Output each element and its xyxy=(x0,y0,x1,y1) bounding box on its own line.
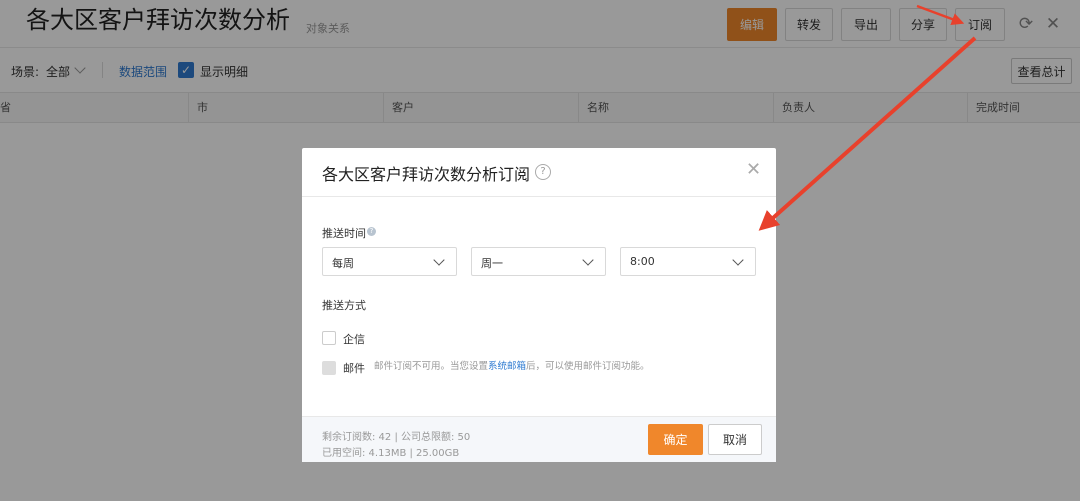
push-method-label: 推送方式 xyxy=(322,299,366,312)
cancel-button[interactable]: 取消 xyxy=(708,424,762,455)
chevron-down-icon xyxy=(732,254,744,266)
email-hint: 邮件订阅不可用。当您设置系统邮箱后，可以使用邮件订阅功能。 xyxy=(374,361,650,372)
remaining-subscriptions: 剩余订阅数: 42 | 公司总限额: 50 xyxy=(322,432,471,443)
close-icon[interactable]: ✕ xyxy=(746,160,761,180)
email-label: 邮件 xyxy=(343,362,365,375)
email-checkbox xyxy=(322,361,336,375)
time-select[interactable]: 8:00 xyxy=(620,247,756,276)
help-icon[interactable]: ? xyxy=(535,164,551,180)
divider xyxy=(302,196,776,197)
frequency-select[interactable]: 每周 xyxy=(322,247,457,276)
day-value: 周一 xyxy=(481,257,503,270)
space-used: 已用空间: 4.13MB | 25.00GB xyxy=(322,448,460,459)
chevron-down-icon xyxy=(582,254,594,266)
qixin-label: 企信 xyxy=(343,333,365,346)
subscribe-dialog: 各大区客户拜访次数分析订阅 ? ✕ 推送时间 ? 每周 周一 8:00 推送方式… xyxy=(302,148,776,462)
info-icon[interactable]: ? xyxy=(367,227,376,236)
confirm-button[interactable]: 确定 xyxy=(648,424,703,455)
push-time-label: 推送时间 xyxy=(322,227,366,240)
dialog-title: 各大区客户拜访次数分析订阅 xyxy=(322,165,531,184)
qixin-checkbox[interactable] xyxy=(322,331,336,345)
day-select[interactable]: 周一 xyxy=(471,247,606,276)
system-email-link[interactable]: 系统邮箱 xyxy=(488,361,526,372)
frequency-value: 每周 xyxy=(332,257,354,270)
chevron-down-icon xyxy=(433,254,445,266)
dialog-footer: 剩余订阅数: 42 | 公司总限额: 50 已用空间: 4.13MB | 25.… xyxy=(302,416,776,462)
time-value: 8:00 xyxy=(630,255,655,268)
